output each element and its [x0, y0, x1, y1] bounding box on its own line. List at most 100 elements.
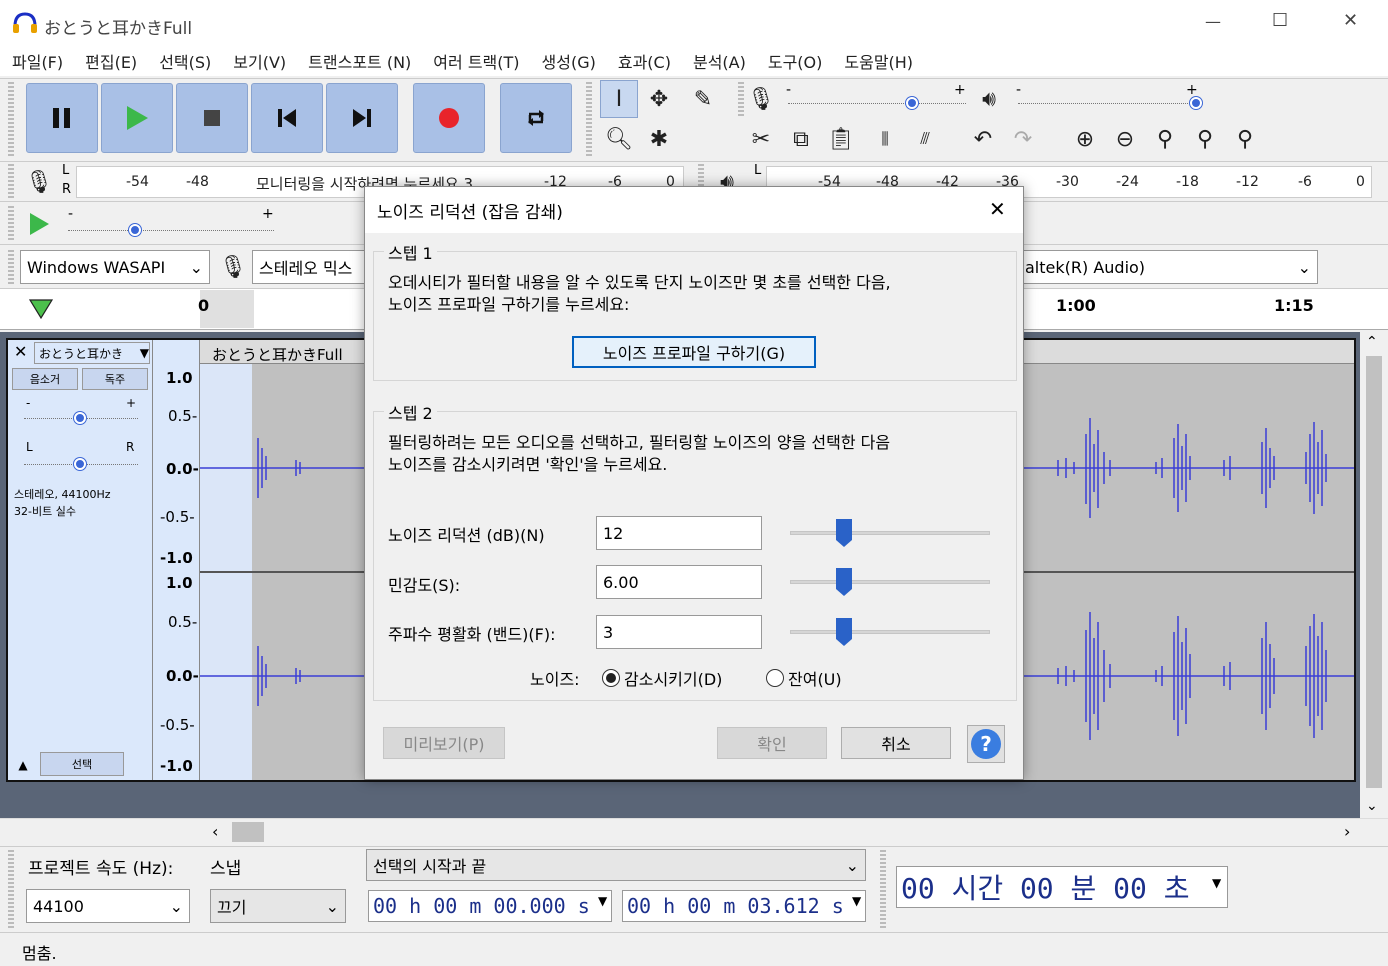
- envelope-tool-icon[interactable]: ✥: [640, 80, 678, 118]
- noise-reduction-thumb[interactable]: [836, 519, 852, 547]
- host-select[interactable]: Windows WASAPI ⌄: [20, 250, 210, 284]
- toolbar-grip[interactable]: [8, 82, 14, 158]
- sensitivity-thumb[interactable]: [836, 568, 852, 596]
- frequency-smoothing-input[interactable]: 3: [596, 615, 762, 649]
- output-device-select[interactable]: altek(R) Audio) ⌄: [1016, 250, 1318, 284]
- track-name-menu[interactable]: おとうと耳かき ▼: [34, 342, 150, 364]
- silence-icon[interactable]: ⫻: [906, 120, 944, 158]
- input-device-select[interactable]: 스테레오 믹스: [252, 250, 372, 284]
- sensitivity-slider[interactable]: [790, 580, 990, 584]
- undo-icon[interactable]: ↶: [964, 120, 1002, 158]
- ok-button[interactable]: 확인: [717, 727, 827, 759]
- tools-grip[interactable]: [586, 82, 592, 158]
- copy-icon[interactable]: ⧉: [782, 120, 820, 158]
- pan-slider-thumb[interactable]: [74, 458, 86, 470]
- time-grip[interactable]: [880, 850, 886, 928]
- menu-tracks[interactable]: 여러 트랙(T): [433, 49, 519, 73]
- maximize-button[interactable]: ☐: [1272, 10, 1288, 31]
- pause-button[interactable]: [26, 83, 98, 153]
- stop-button[interactable]: [176, 83, 248, 153]
- frequency-smoothing-slider[interactable]: [790, 630, 990, 634]
- menu-transport[interactable]: 트랜스포트 (N): [308, 49, 411, 73]
- fit-project-icon[interactable]: ⚲: [1186, 120, 1224, 158]
- speaker-volume-icon: 🔊︎: [982, 86, 996, 112]
- play-volume-thumb[interactable]: [1190, 97, 1202, 109]
- play-at-speed-icon[interactable]: [20, 205, 58, 243]
- paste-icon[interactable]: 📋︎: [822, 120, 860, 158]
- zoom-in-icon[interactable]: ⊕: [1066, 120, 1104, 158]
- menu-analyze[interactable]: 분석(A): [693, 49, 746, 73]
- snap-select[interactable]: 끄기 ⌄: [210, 889, 346, 923]
- cancel-button[interactable]: 취소: [841, 727, 951, 759]
- rec-meter-mic-icon[interactable]: 🎙︎: [20, 163, 58, 201]
- audio-position-time[interactable]: 00 시간 00 분 00 초: [896, 866, 1228, 908]
- get-noise-profile-button[interactable]: 노이즈 프로파일 구하기(G): [572, 336, 816, 368]
- collapse-track-icon[interactable]: ▲: [12, 754, 34, 776]
- scroll-right-icon[interactable]: ›: [1344, 822, 1350, 841]
- redo-icon[interactable]: ↷: [1004, 120, 1042, 158]
- selection-end-time[interactable]: 00 h 00 m 03.612 s: [622, 890, 866, 922]
- preview-button[interactable]: 미리보기(P): [383, 727, 505, 759]
- project-rate-select[interactable]: 44100 ⌄: [26, 889, 190, 923]
- horizontal-scroll-thumb[interactable]: [232, 822, 264, 842]
- gain-slider-thumb[interactable]: [74, 412, 86, 424]
- loop-button[interactable]: [500, 83, 572, 153]
- selection-start-time[interactable]: 00 h 00 m 00.000 s: [368, 890, 612, 922]
- play-head-icon[interactable]: [22, 290, 60, 328]
- sensitivity-input[interactable]: 6.00: [596, 565, 762, 599]
- selection-mode-select[interactable]: 선택의 시작과 끝 ⌄: [366, 849, 866, 881]
- speed-slider-thumb[interactable]: [129, 224, 141, 236]
- audio-position-menu-icon[interactable]: ▼: [1212, 876, 1221, 890]
- zoom-toggle-icon[interactable]: ⚲: [1226, 120, 1264, 158]
- scroll-down-icon[interactable]: ⌄: [1366, 798, 1378, 814]
- scroll-left-icon[interactable]: ‹: [212, 822, 218, 841]
- residue-radio[interactable]: 잔여(U): [766, 666, 842, 690]
- rec-volume-slider[interactable]: [788, 103, 966, 105]
- solo-button[interactable]: 독주: [82, 368, 148, 390]
- minimize-button[interactable]: —: [1205, 12, 1221, 31]
- skip-start-button[interactable]: [251, 83, 323, 153]
- noise-reduction-slider[interactable]: [790, 531, 990, 535]
- cut-icon[interactable]: ✂: [742, 120, 780, 158]
- menu-generate[interactable]: 생성(G): [542, 49, 596, 73]
- dialog-close-icon[interactable]: ✕: [989, 197, 1006, 221]
- selection-grip[interactable]: [8, 850, 14, 928]
- draw-tool-icon[interactable]: ✎: [684, 80, 722, 118]
- help-button[interactable]: ?: [967, 725, 1005, 763]
- rec-volume-thumb[interactable]: [906, 97, 918, 109]
- horizontal-scrollbar[interactable]: [0, 818, 1388, 846]
- menu-help[interactable]: 도움말(H): [844, 49, 913, 73]
- track-sample-format: 32-비트 실수: [14, 505, 76, 518]
- track-select-button[interactable]: 선택: [40, 752, 124, 776]
- menu-effect[interactable]: 효과(C): [618, 49, 671, 73]
- rec-meter-grip[interactable]: [8, 164, 14, 200]
- device-grip[interactable]: [8, 250, 14, 284]
- mute-button[interactable]: 음소거: [12, 368, 78, 390]
- speed-slider[interactable]: [68, 230, 274, 232]
- speed-grip[interactable]: [8, 206, 14, 242]
- menu-file[interactable]: 파일(F): [12, 49, 63, 73]
- zoom-tool-icon[interactable]: 🔍︎: [600, 120, 638, 158]
- track-close-button[interactable]: ✕: [14, 342, 27, 361]
- fit-selection-icon[interactable]: ⚲: [1146, 120, 1184, 158]
- close-button[interactable]: ✕: [1343, 10, 1358, 31]
- menu-select[interactable]: 선택(S): [159, 49, 211, 73]
- menu-tools[interactable]: 도구(O): [768, 49, 823, 73]
- menu-edit[interactable]: 편집(E): [85, 49, 137, 73]
- multi-tool-icon[interactable]: ✱: [640, 120, 678, 158]
- skip-end-button[interactable]: [326, 83, 398, 153]
- play-volume-slider[interactable]: [1018, 103, 1196, 105]
- trim-icon[interactable]: ⫼: [866, 120, 904, 158]
- menu-view[interactable]: 보기(V): [233, 49, 286, 73]
- zoom-out-icon[interactable]: ⊖: [1106, 120, 1144, 158]
- reduce-radio[interactable]: 감소시키기(D): [602, 666, 722, 690]
- scroll-up-icon[interactable]: ⌃: [1366, 334, 1378, 350]
- select-tool-icon[interactable]: I: [600, 80, 638, 118]
- frequency-smoothing-thumb[interactable]: [836, 618, 852, 646]
- play-button[interactable]: [101, 83, 173, 153]
- vertical-scroll-thumb[interactable]: [1366, 356, 1382, 788]
- record-button[interactable]: [413, 83, 485, 153]
- end-time-menu-icon[interactable]: ▼: [852, 894, 861, 908]
- start-time-menu-icon[interactable]: ▼: [598, 894, 607, 908]
- noise-reduction-input[interactable]: 12: [596, 516, 762, 550]
